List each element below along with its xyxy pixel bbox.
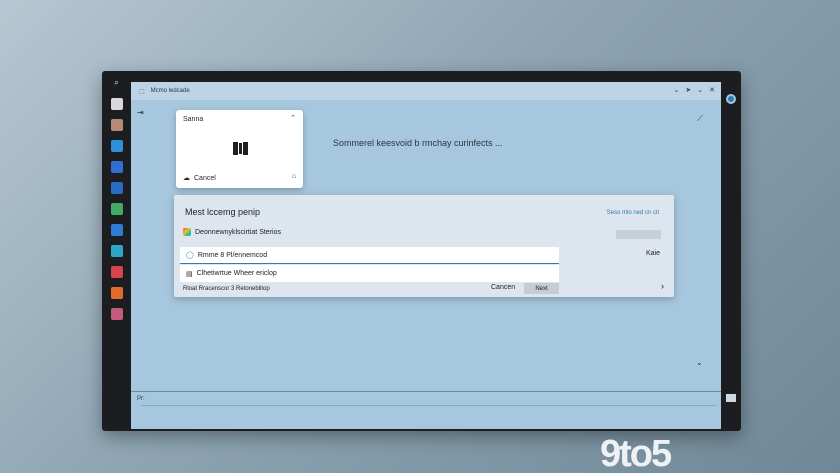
- chevron-right-icon[interactable]: ›: [661, 281, 664, 291]
- dialog-title: Mest lccemg penip: [185, 207, 261, 217]
- account-field-value: Rmme 8 Pl/ennemcod: [197, 251, 268, 259]
- divider: [141, 405, 716, 406]
- window-title: Mcmo ledcade: [150, 88, 190, 94]
- signin-dialog: Mest lccemg penip Seso mlo ned cn cit De…: [174, 195, 674, 297]
- account-field[interactable]: ◯ Rmme 8 Pl/ennemcod: [180, 247, 559, 264]
- window-controls: ⌄ ➤ ⌄ ✕: [674, 86, 716, 94]
- scroll-indicator[interactable]: [726, 394, 736, 402]
- minimize-button[interactable]: ⌄: [674, 86, 680, 94]
- colorful-app-icon: [183, 228, 191, 236]
- close-button[interactable]: ✕: [709, 86, 715, 94]
- mail-icon[interactable]: [110, 182, 123, 194]
- help-icon[interactable]: [726, 94, 736, 104]
- next-button[interactable]: Next: [524, 283, 559, 294]
- document-icon: ▤: [186, 270, 193, 278]
- microsoft-office-icon: [233, 142, 248, 155]
- dialog-link[interactable]: Seso mlo ned cn cit: [607, 210, 659, 216]
- dialog-ghost-button[interactable]: [616, 230, 661, 239]
- app-icon[interactable]: [110, 203, 123, 215]
- watermark: 9to5: [600, 433, 760, 473]
- file-icon[interactable]: [110, 98, 123, 110]
- card-footer-label: Cancel: [194, 174, 216, 182]
- card-footer[interactable]: ☁ Cancel: [183, 174, 216, 183]
- cloud-icon: ☁: [183, 175, 190, 182]
- card-title: Sanna: [183, 116, 204, 123]
- photos-icon[interactable]: [110, 224, 123, 236]
- globe-icon[interactable]: [110, 161, 123, 173]
- taskbar: ⌕: [102, 71, 131, 431]
- password-field-value: Clhetiwrtue Wheer ericlop: [196, 270, 277, 277]
- divider: [131, 391, 721, 392]
- lock-icon: ⌂: [291, 173, 296, 180]
- back-arrow-icon[interactable]: ⇥: [137, 108, 144, 117]
- chevron-down-icon[interactable]: ⌄: [696, 358, 703, 367]
- card-menu-icon[interactable]: ⌃: [290, 114, 296, 122]
- watermark-text: 9to5: [600, 433, 672, 473]
- window-titlebar: ⬚ Mcmo ledcade ⌄ ➤ ⌄ ✕: [131, 82, 721, 100]
- dialog-subrow-label: Deonnewnyklscirtiat Sterios: [195, 228, 281, 236]
- edge-icon[interactable]: [110, 140, 123, 152]
- maximize-button[interactable]: ⌄: [697, 86, 703, 94]
- dialog-subrow: Deonnewnyklscirtiat Sterios: [183, 228, 281, 236]
- game-icon[interactable]: [110, 287, 123, 299]
- pen-icon[interactable]: ⟋: [697, 114, 703, 124]
- twitter-icon[interactable]: ➤: [685, 86, 691, 94]
- cancel-button[interactable]: Cancen: [491, 284, 515, 291]
- cloud-icon: ◯: [186, 252, 194, 259]
- page-heading: Sommerel keesvoid b rmchay curinfects ..…: [333, 138, 503, 148]
- bottom-hint: Pr:: [137, 396, 145, 402]
- chat-icon[interactable]: [110, 245, 123, 257]
- music-icon[interactable]: [110, 308, 123, 320]
- monitor-frame: ⌕ ⬚ Mcmo ledcade ⌄ ➤ ⌄ ✕ ⇥ Sanna ⌃ ☁ Can…: [102, 71, 741, 431]
- store-icon[interactable]: [110, 119, 123, 131]
- camera-icon[interactable]: [110, 266, 123, 278]
- search-icon[interactable]: ⌕: [111, 77, 123, 89]
- app-window: ⬚ Mcmo ledcade ⌄ ➤ ⌄ ✕ ⇥ Sanna ⌃ ☁ Cance…: [131, 82, 721, 429]
- right-rail: [721, 82, 741, 429]
- account-card[interactable]: Sanna ⌃ ☁ Cancel ⌂: [176, 110, 303, 188]
- dialog-footer-text: Rloat Rracenscor 3 Retoneblitop: [183, 286, 270, 292]
- app-icon: ⬚: [139, 88, 145, 95]
- password-field[interactable]: ▤ Clhetiwrtue Wheer ericlop: [180, 265, 559, 282]
- side-label: Kaie: [645, 250, 660, 257]
